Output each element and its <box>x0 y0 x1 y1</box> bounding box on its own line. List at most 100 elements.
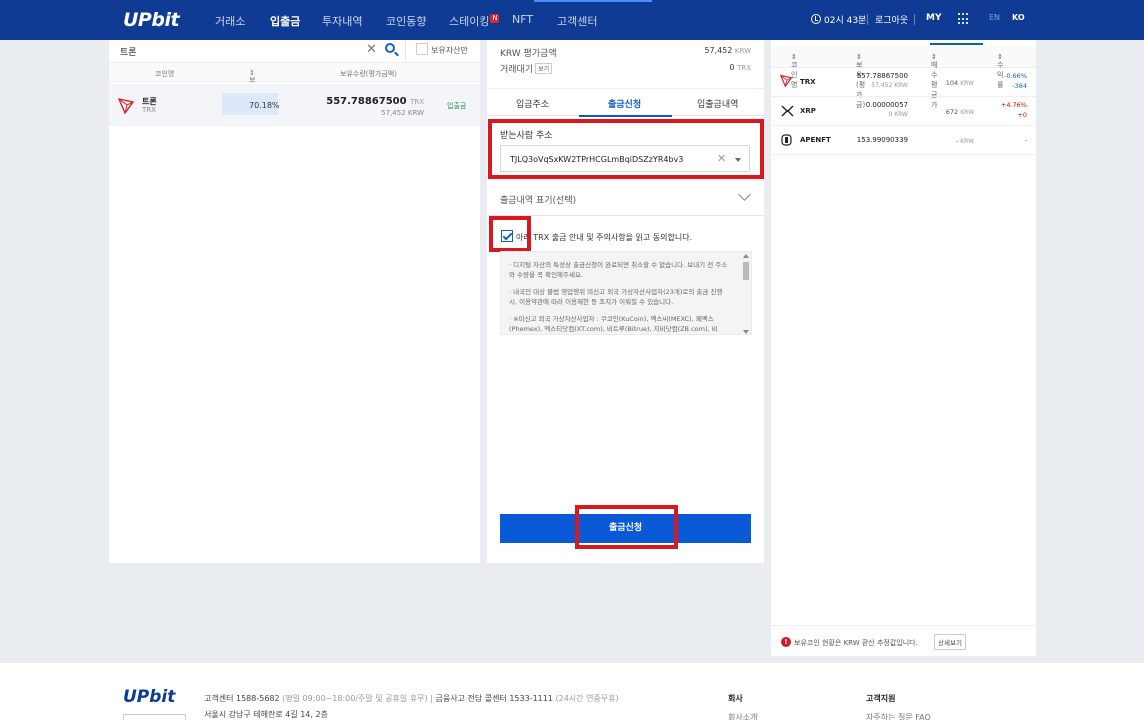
col-avg-price[interactable]: 매수평균가 ⇕ <box>931 53 937 109</box>
eval-amount: 57,452 <box>704 46 733 55</box>
nav-deposit-withdraw[interactable]: 입출금 <box>270 13 300 29</box>
footer-company-head: 회사 <box>728 694 743 703</box>
col-return[interactable]: 수익률 ⇕ <box>997 53 1003 89</box>
notice-text: 내국인 대상 불법 영업행위 미신고 외국 가상자산사업자(23개)로의 출금 … <box>509 288 723 306</box>
holdings-table-header: 코인명 보유비중 ⇕ 보유수량(평가금액) <box>109 62 480 114</box>
notice-scrollbar[interactable] <box>742 254 750 334</box>
tab-deposit-address[interactable]: 입금주소 <box>516 97 549 110</box>
footer-company-link[interactable]: 회사소개 <box>728 712 757 720</box>
holding-amount-value: 557.78867500 <box>326 96 407 107</box>
memo-label: 출금내역 표기(선택) <box>500 196 577 206</box>
memo-accordion[interactable]: 출금내역 표기(선택) <box>487 180 764 216</box>
top-navbar: UPbit 거래소 입출금 투자내역 코인동향 스테이킹 N NFT 고객센터 0… <box>0 0 1144 40</box>
withdraw-panel: KRW 평가금액 57,452 KRW 거래대기 보기 0 TRX 입금주소 출금… <box>487 40 764 563</box>
alert-icon: ! <box>781 637 791 647</box>
clear-search-icon[interactable]: ✕ <box>366 42 377 57</box>
holding-krw-value: 57,452 <box>381 109 406 117</box>
divider <box>867 14 868 25</box>
nav-staking[interactable]: 스테이킹 N <box>449 13 500 29</box>
notice-item: · 디지털 자산의 특성상 출금신청이 완료되면 취소할 수 없습니다. 보내기… <box>509 261 728 279</box>
eval-value: 57,452 KRW <box>704 46 751 55</box>
tron-icon <box>118 98 135 114</box>
upbit-logo[interactable]: UPbit <box>123 9 180 31</box>
holding-krw: 0 KRW <box>888 111 908 118</box>
notice-text: 디지털 자산의 특성상 출금신청이 완료되면 취소할 수 없습니다. 보내기 전… <box>509 261 728 279</box>
tab-history[interactable]: 입출금내역 <box>697 97 738 110</box>
my-menu[interactable]: MY <box>926 13 941 23</box>
footer-family-site-select[interactable] <box>123 714 186 720</box>
eval-unit: KRW <box>734 47 751 55</box>
lang-en[interactable]: EN <box>989 13 1000 22</box>
return-pct: - <box>1024 136 1027 144</box>
holdings-panel: 트론 ✕ 보유자산만 코인명 보유비중 ⇕ 보유수량(평가금액) 트론 TRX … <box>109 40 480 563</box>
nav-exchange[interactable]: 거래소 <box>215 13 245 29</box>
col-ratio[interactable]: 보유비중 ⇕ <box>249 69 255 114</box>
tab-indicator <box>579 115 672 117</box>
highlight-agree-box <box>489 216 531 252</box>
fraud-phone: 금융사고 전담 콜센터 1533-1111 <box>435 694 553 703</box>
col-holding[interactable]: 보유(평가금) ⇕ <box>856 53 865 109</box>
session-timer[interactable]: 02시 43분 <box>811 13 866 26</box>
avg-price-value: - <box>955 137 959 145</box>
footer-support-head: 고객지원 <box>866 694 896 703</box>
portfolio-row-trx[interactable]: TRX 557.78867500 57,452 KRW 104 KRW -0.6… <box>771 68 1036 97</box>
hide-small-label: 보유자산만 <box>431 46 468 55</box>
return-pct: -0.66% <box>1004 72 1027 80</box>
portfolio-footer: ! 보유코인 현황은 KRW 환산 추정값입니다. 상세보기 <box>771 625 1036 656</box>
footer-logo[interactable]: UPbit <box>123 687 175 707</box>
fraud-hours: (24시간 연중무휴) <box>555 694 619 703</box>
eval-label: KRW 평가금액 <box>500 49 557 59</box>
portfolio-row-apenft[interactable]: APENFT 153.99090339 - KRW - <box>771 126 1036 155</box>
xrp-icon <box>781 105 794 117</box>
notice-scroll-area[interactable]: · 디지털 자산의 특성상 출금신청이 완료되면 취소할 수 없습니다. 보내기… <box>500 251 752 335</box>
divider <box>914 14 915 25</box>
tron-icon <box>780 74 793 87</box>
notice-item: · ※미신고 외국 가상자산사업자 : 쿠코인(KuCoin), 멕스씨(MEX… <box>509 315 718 333</box>
company-address: 서울시 강남구 테헤란로 4길 14, 2층 <box>204 710 328 719</box>
scroll-thumb[interactable] <box>743 262 749 280</box>
avg-price: 672 KRW <box>946 108 974 116</box>
holding-krw-unit: KRW <box>407 109 424 117</box>
avg-price: - KRW <box>956 137 974 145</box>
tab-withdraw-request[interactable]: 출금신청 <box>608 97 641 110</box>
hide-small-checkbox[interactable] <box>416 43 428 55</box>
lang-ko[interactable]: KO <box>1012 13 1025 22</box>
nav-coin-trends[interactable]: 코인동향 <box>386 13 426 29</box>
portfolio-row-xrp[interactable]: XRP 0.00000057 0 KRW 672 KRW +4.76% +0 <box>771 97 1036 126</box>
portfolio-panel: 코인명 ⇕ 보유(평가금) ⇕ 매수평균가 ⇕ 수익률 ⇕ TRX 557.78… <box>771 40 1036 656</box>
table-row[interactable]: 트론 TRX 70.18% 557.78867500 TRX 57,452 KR… <box>109 84 480 126</box>
coin-search-input[interactable]: 트론 <box>120 45 137 58</box>
return-pnl: +0 <box>1017 111 1027 119</box>
site-footer: UPbit 고객센터 1588-5682 (평일 09:00~18:00/주말 … <box>0 663 1144 720</box>
col-coin-name[interactable]: 코인명 <box>155 69 174 79</box>
holding-krw: 57,452 KRW <box>381 109 424 117</box>
avg-price-value: 104 <box>945 79 959 87</box>
footer-faq-link[interactable]: 자주하는 질문 FAQ <box>866 712 931 720</box>
col-coin[interactable]: 코인명 ⇕ <box>791 53 797 89</box>
apps-grid-icon[interactable] <box>958 13 970 25</box>
sort-indicator <box>930 43 983 45</box>
holding-amount: 557.78867500 TRX <box>326 96 424 107</box>
coin-symbol: TRX <box>142 106 156 114</box>
footer-contact: 고객센터 1588-5682 (평일 09:00~18:00/주말 및 공휴일 … <box>204 693 619 704</box>
nav-staking-label: 스테이킹 <box>449 15 490 28</box>
nav-indicator-bar <box>534 0 652 2</box>
logout-link[interactable]: 로그아웃 <box>875 13 908 26</box>
nav-investments[interactable]: 투자내역 <box>322 13 362 29</box>
notice-item: · 내국인 대상 불법 영업행위 미신고 외국 가상자산사업자(23개)로의 출… <box>509 288 723 306</box>
avg-price-unit: KRW <box>960 138 974 145</box>
pending-unit: TRX <box>737 64 751 72</box>
nav-support[interactable]: 고객센터 <box>557 13 597 29</box>
scroll-up-icon[interactable] <box>743 254 749 258</box>
scroll-down-icon[interactable] <box>743 330 749 334</box>
pending-view-button[interactable]: 보기 <box>535 63 553 74</box>
search-icon[interactable] <box>385 43 395 53</box>
col-amount[interactable]: 보유수량(평가금액) <box>340 69 397 79</box>
avg-price-value: 672 <box>945 108 959 116</box>
cs-hours: (평일 09:00~18:00/주말 및 공휴일 휴무) <box>282 694 428 703</box>
nav-nft[interactable]: NFT <box>512 13 533 26</box>
coin-symbol: XRP <box>800 107 816 115</box>
coin-symbol: TRX <box>800 78 816 86</box>
deposit-withdraw-link[interactable]: 입출금 <box>447 101 466 111</box>
details-button[interactable]: 상세보기 <box>934 634 966 650</box>
